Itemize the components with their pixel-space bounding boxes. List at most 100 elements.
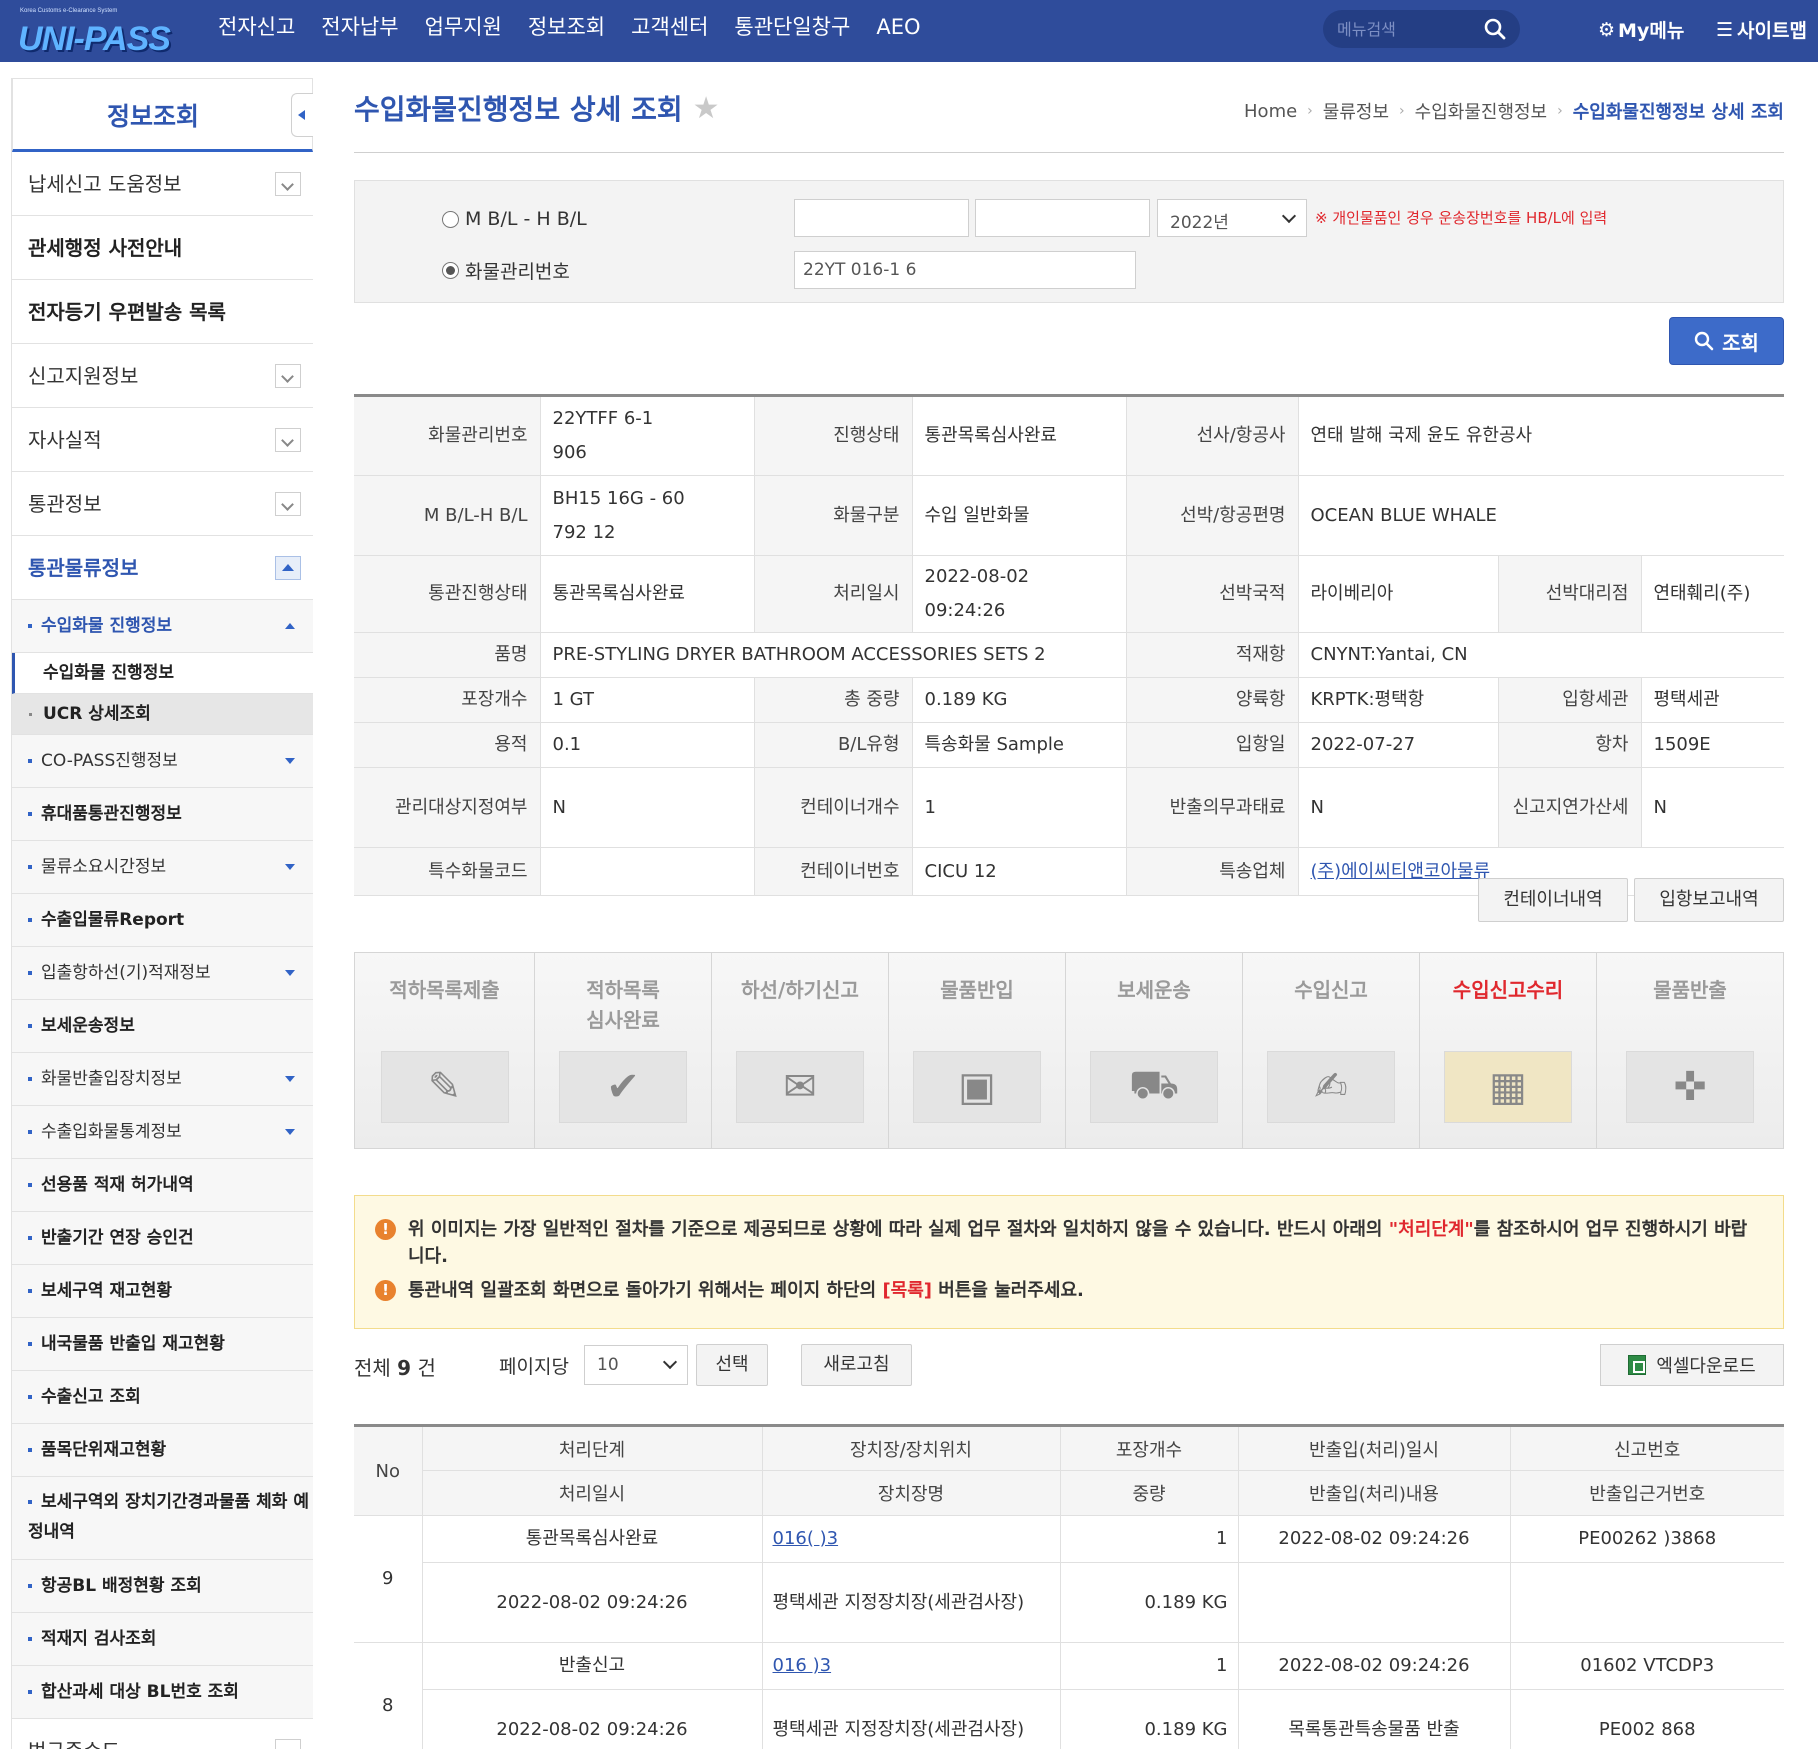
sidebar-sub-extension[interactable]: 반출기간 연장 승인건	[12, 1212, 313, 1265]
sidebar-sub-logistics-time[interactable]: 물류소요시간정보	[12, 841, 313, 894]
sidebar-sub-item-stock[interactable]: 품목단위재고현황	[12, 1424, 313, 1477]
bullet-icon	[28, 1395, 32, 1399]
sidebar-item-customs-notice[interactable]: 관세행정 사전안내	[12, 216, 313, 280]
sidebar-sub-carry-on[interactable]: 휴대품통관진행정보	[12, 788, 313, 841]
sidebar-sub-co-pass[interactable]: CO-PASS진행정보	[12, 735, 313, 788]
uni-pass-logo[interactable]: Korea Customs e-Clearance System UNI-PAS…	[18, 6, 171, 58]
sidebar-sub-combined-tax[interactable]: 합산과세 대상 BL번호 조회	[12, 1666, 313, 1719]
star-icon[interactable]: ★	[693, 91, 720, 126]
chevron-down-icon[interactable]	[275, 428, 301, 452]
radio-cargo-no[interactable]: 화물관리번호	[442, 257, 570, 284]
sidebar-sub-overdue-goods[interactable]: 보세구역외 장치기간경과물품 체화 예정내역	[12, 1477, 313, 1560]
sidebar-sub-bonded-transport[interactable]: 보세운송정보	[12, 1000, 313, 1053]
caret-down-icon[interactable]	[285, 1076, 295, 1082]
sidebar-sub-air-bl[interactable]: 항공BL 배정현황 조회	[12, 1560, 313, 1613]
sidebar-item-label: 납세신고 도움정보	[28, 172, 182, 196]
seal-icon: ✜	[1626, 1051, 1754, 1123]
radio-bl[interactable]: M B/L - H B/L	[442, 208, 587, 230]
radio-button[interactable]	[442, 210, 459, 228]
sidebar-item-registered-mail[interactable]: 전자등기 우편발송 목록	[12, 280, 313, 344]
arrival-report-button[interactable]: 입항보고내역	[1634, 878, 1784, 922]
sidebar-item-compliance[interactable]: 법규준수도	[12, 1719, 313, 1749]
process-steps: 적하목록제출 ✎ 적하목록 심사완료 ✔ 하선/하기신고 ✉ 물품반입 ▣ 보세운송 ⛟ …	[354, 952, 1784, 1149]
menu-search-input[interactable]	[1337, 16, 1477, 42]
value-cntr-no: CICU 12	[911, 847, 1127, 896]
breadcrumb-import-cargo[interactable]: 수입화물진행정보	[1415, 98, 1547, 124]
radio-button-selected[interactable]	[442, 262, 459, 279]
year-select[interactable]: 2022년	[1157, 199, 1307, 237]
sidebar-sub-cargo-stats[interactable]: 수출입화물통계정보	[12, 1106, 313, 1159]
sidebar-sub-import-cargo[interactable]: 수입화물 진행정보	[12, 600, 313, 653]
sidebar-sub-bonded-stock[interactable]: 보세구역 재고현황	[12, 1265, 313, 1318]
sidebar-sub2-import-cargo-progress[interactable]: 수입화물 진행정보	[12, 653, 313, 694]
my-menu-button[interactable]: ⚙ My메뉴	[1598, 16, 1684, 43]
sidebar-sub2-ucr-detail[interactable]: UCR 상세조회	[12, 694, 313, 735]
sidebar-sub-label: 물류소요시간정보	[41, 857, 167, 877]
value-bl: BH15 16G - 60 792 12	[539, 475, 755, 556]
bullet-icon	[28, 1024, 32, 1028]
container-detail-button[interactable]: 컨테이너내역	[1478, 878, 1628, 922]
sidebar-item-tax-help[interactable]: 납세신고 도움정보	[12, 152, 313, 216]
label-pkg: 포장개수	[354, 677, 541, 723]
nav-e-payment[interactable]: 전자납부	[308, 0, 411, 56]
row-location-link[interactable]: 016 )3	[761, 1642, 1061, 1690]
notice-text: 위 이미지는 가장 일반적인 절차를 기준으로 제공되므로 상황에 따라 실제 …	[408, 1219, 1389, 1240]
chevron-down-icon[interactable]	[275, 1739, 301, 1749]
step-import-declaration: 수입신고 ✍	[1243, 953, 1420, 1148]
select-button[interactable]: 선택	[696, 1344, 768, 1386]
value-volume: 0.1	[539, 722, 755, 768]
sidebar-sub-ship-supplies[interactable]: 선용품 적재 허가내역	[12, 1159, 313, 1212]
row-step: 통관목록심사완료	[421, 1515, 763, 1563]
label-cargo-type: 화물구분	[753, 475, 913, 556]
caret-down-icon[interactable]	[285, 1129, 295, 1135]
bullet-icon	[28, 1077, 32, 1081]
sidebar-sub-port-loading[interactable]: 입출항하선(기)적재정보	[12, 947, 313, 1000]
caret-down-icon[interactable]	[285, 864, 295, 870]
mbl-input[interactable]	[794, 199, 969, 237]
nav-aeo[interactable]: AEO	[863, 0, 933, 56]
chevron-down-icon[interactable]	[275, 492, 301, 516]
sidebar-sub-export-inquiry[interactable]: 수출신고 조회	[12, 1371, 313, 1424]
col-step: 처리단계	[421, 1425, 763, 1471]
sidebar-item-clearance-info[interactable]: 통관정보	[12, 472, 313, 536]
caret-up-icon[interactable]	[285, 623, 295, 629]
step-label: 하선/하기신고	[741, 978, 859, 1002]
sidebar-item-filing-support[interactable]: 신고지원정보	[12, 344, 313, 408]
chevron-down-icon[interactable]	[275, 172, 301, 196]
sidebar-item-logistics-info[interactable]: 통관물류정보	[12, 536, 313, 600]
nav-customer-center[interactable]: 고객센터	[618, 0, 721, 56]
sidebar-collapse-button[interactable]	[291, 93, 313, 137]
label-proc-date: 처리일시	[753, 555, 913, 633]
excel-download-button[interactable]: 엑셀다운로드	[1600, 1344, 1784, 1386]
form-pen-icon: ✍	[1267, 1051, 1395, 1123]
global-nav: 전자신고 전자납부 업무지원 정보조회 고객센터 통관단일창구 AEO	[205, 0, 934, 56]
nav-business-support[interactable]: 업무지원	[412, 0, 515, 56]
query-button[interactable]: 조회	[1669, 317, 1784, 365]
sidebar-sub-report[interactable]: 수출입물류Report	[12, 894, 313, 947]
nav-e-filing[interactable]: 전자신고	[205, 0, 308, 56]
refresh-button[interactable]: 새로고침	[801, 1344, 912, 1386]
cargo-no-input[interactable]: 22YT 016-1 6	[794, 251, 1136, 289]
page-title-text: 수입화물진행정보 상세 조회	[354, 93, 683, 126]
chevron-up-icon[interactable]	[275, 556, 301, 580]
sidebar-sub-cargo-storage[interactable]: 화물반출입장치정보	[12, 1053, 313, 1106]
hbl-input[interactable]	[975, 199, 1150, 237]
sidebar-item-company-record[interactable]: 자사실적	[12, 408, 313, 472]
per-page-select[interactable]: 10	[584, 1345, 688, 1385]
sidebar-sub-domestic-stock[interactable]: 내국물품 반출입 재고현황	[12, 1318, 313, 1371]
caret-down-icon[interactable]	[285, 970, 295, 976]
search-icon[interactable]	[1484, 18, 1506, 40]
step-manifest-submit: 적하목록제출 ✎	[355, 953, 535, 1148]
nav-info-inquiry[interactable]: 정보조회	[515, 0, 618, 56]
breadcrumb-home[interactable]: Home	[1244, 101, 1297, 122]
sitemap-button[interactable]: ☰ 사이트맵	[1716, 16, 1807, 43]
caret-down-icon[interactable]	[285, 758, 295, 764]
bullet-icon	[28, 865, 32, 869]
breadcrumb-logistics[interactable]: 물류정보	[1323, 98, 1389, 124]
sidebar-sub-loading-inspection[interactable]: 적재지 검사조회	[12, 1613, 313, 1666]
chevron-down-icon[interactable]	[275, 364, 301, 388]
row-location-link[interactable]: 016( )3	[761, 1515, 1061, 1563]
nav-single-window[interactable]: 통관단일창구	[721, 0, 863, 56]
bullet-icon	[28, 918, 32, 922]
value-proc-date: 2022-08-02 09:24:26	[911, 555, 1127, 633]
